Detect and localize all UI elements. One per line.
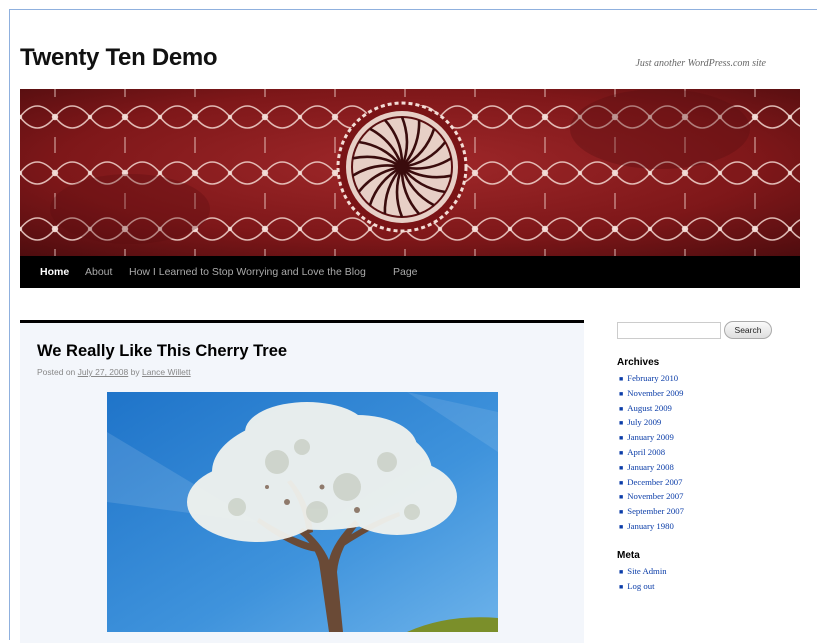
log-out-link[interactable]: Log out (627, 581, 654, 591)
meta-item: ■ Site Admin (619, 564, 667, 579)
post-meta-by: by (130, 367, 140, 377)
archive-item: ■ April 2008 (619, 445, 684, 460)
bullet-icon: ■ (619, 375, 624, 383)
archive-link[interactable]: July 2009 (627, 417, 661, 427)
cherry-tree-image[interactable] (107, 392, 498, 632)
nav-item-about[interactable]: About (85, 266, 112, 278)
meta-list: ■ Site Admin ■ Log out (619, 564, 667, 594)
site-tagline: Just another WordPress.com site (635, 58, 766, 69)
meta-title: Meta (617, 550, 640, 561)
main-nav: Home About How I Learned to Stop Worryin… (20, 256, 800, 288)
search-input[interactable] (617, 322, 721, 339)
post-meta: Posted on July 27, 2008 by Lance Willett (37, 367, 191, 377)
bullet-icon: ■ (619, 434, 624, 443)
post-title[interactable]: We Really Like This Cherry Tree (37, 342, 287, 361)
archive-link[interactable]: December 2007 (627, 477, 682, 487)
bullet-icon: ■ (619, 508, 624, 517)
nav-item-how-i-learned[interactable]: How I Learned to Stop Worrying and Love … (129, 266, 366, 278)
archive-item: ■ January 1980 (619, 519, 684, 534)
post-author-link[interactable]: Lance Willett (142, 367, 191, 377)
archive-item: ■ September 2007 (619, 504, 684, 519)
archive-link[interactable]: November 2009 (627, 388, 683, 398)
bullet-icon: ■ (619, 419, 624, 428)
bullet-icon: ■ (619, 448, 624, 457)
bullet-icon: ■ (619, 493, 624, 502)
post-meta-prefix: Posted on (37, 367, 76, 377)
archive-item: ■ December 2007 (619, 475, 684, 490)
search-button[interactable]: Search (724, 321, 772, 339)
archive-link[interactable]: August 2009 (627, 403, 672, 413)
archive-link[interactable]: November 2007 (627, 491, 683, 501)
archive-item: ■ November 2007 (619, 489, 684, 504)
bullet-icon: ■ (619, 568, 624, 576)
archive-item: ■ August 2009 (619, 401, 684, 416)
header-image (20, 89, 800, 256)
archives-title: Archives (617, 357, 660, 368)
archive-item: ■ February 2010 (619, 371, 684, 386)
archive-item: ■ July 2009 (619, 415, 684, 430)
site-title[interactable]: Twenty Ten Demo (20, 44, 218, 72)
site-admin-link[interactable]: Site Admin (627, 566, 666, 576)
archive-link[interactable]: April 2008 (627, 447, 665, 457)
archive-link[interactable]: January 2008 (627, 462, 674, 472)
bullet-icon: ■ (619, 582, 624, 591)
meta-item: ■ Log out (619, 579, 667, 594)
nav-item-page[interactable]: Page (393, 266, 418, 278)
bullet-icon: ■ (619, 389, 624, 398)
archives-list: ■ February 2010 ■ November 2009 ■ August 20… (619, 371, 684, 534)
archive-item: ■ November 2009 (619, 386, 684, 401)
post-date-link[interactable]: July 27, 2008 (78, 367, 129, 377)
archive-item: ■ January 2009 (619, 430, 684, 445)
nav-item-home[interactable]: Home (40, 266, 69, 278)
archive-item: ■ January 2008 (619, 460, 684, 475)
bullet-icon: ■ (619, 522, 624, 531)
archive-link[interactable]: September 2007 (627, 506, 684, 516)
archive-link[interactable]: February 2010 (627, 373, 678, 383)
bullet-icon: ■ (619, 463, 624, 472)
bullet-icon: ■ (619, 404, 624, 413)
bullet-icon: ■ (619, 478, 624, 487)
archive-link[interactable]: January 2009 (627, 432, 674, 442)
archive-link[interactable]: January 1980 (627, 521, 674, 531)
